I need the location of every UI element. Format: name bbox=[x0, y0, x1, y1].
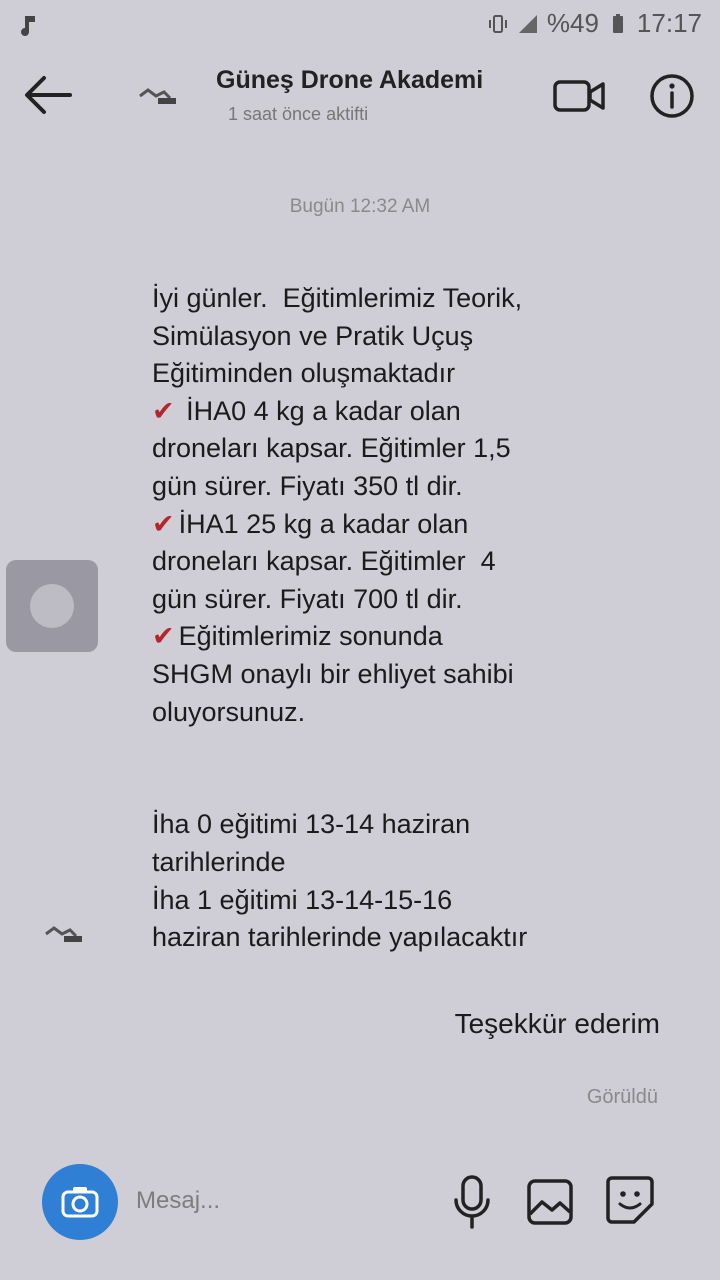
message-line-text: tarihlerinde bbox=[152, 846, 286, 877]
message-line: Eğitiminden oluşmaktadır bbox=[152, 355, 602, 393]
message-line: gün sürer. Fiyatı 700 tl dir. bbox=[152, 581, 602, 619]
message-line bbox=[152, 731, 602, 769]
message-line: droneları kapsar. Eğitimler 1,5 bbox=[152, 430, 602, 468]
message-input[interactable] bbox=[134, 1180, 438, 1222]
message-line-text bbox=[152, 772, 160, 802]
message-line-text: SHGM onaylı bir ehliyet sahibi bbox=[152, 658, 514, 689]
info-icon[interactable] bbox=[648, 72, 696, 120]
message-line: ✔ İHA0 4 kg a kadar olan bbox=[152, 393, 602, 431]
message-line: tarihlerinde bbox=[152, 844, 602, 882]
avatar[interactable] bbox=[134, 74, 182, 122]
microphone-icon[interactable] bbox=[452, 1174, 492, 1230]
message-line: droneları kapsar. Eğitimler 4 bbox=[152, 543, 602, 581]
message-line-text: gün sürer. Fiyatı 350 tl dir. bbox=[152, 470, 463, 501]
media-placeholder bbox=[30, 584, 74, 628]
outgoing-message[interactable]: Teşekkür ederim bbox=[455, 1008, 660, 1040]
battery-percent: %49 bbox=[546, 8, 599, 38]
message-line: ✔ Eğitimlerimiz sonunda bbox=[152, 618, 602, 656]
signal-icon bbox=[518, 14, 537, 33]
message-line-text: droneları kapsar. Eğitimler 4 bbox=[152, 546, 496, 577]
message-line-text: haziran tarihlerinde yapılacaktır bbox=[152, 922, 528, 953]
message-line: Simülasyon ve Pratik Uçuş bbox=[152, 318, 602, 356]
status-bar: %49 17:17 bbox=[0, 0, 720, 52]
message-line: oluyorsunuz. bbox=[152, 694, 602, 732]
message-line-text bbox=[152, 734, 160, 764]
battery-icon bbox=[612, 13, 623, 33]
seen-label: Görüldü bbox=[586, 1086, 658, 1108]
message-line: İha 1 eğitimi 13-14-15-16 bbox=[152, 882, 602, 920]
message-line bbox=[152, 769, 602, 807]
message-line-text: droneları kapsar. Eğitimler 1,5 bbox=[152, 433, 511, 464]
message-composer bbox=[0, 1150, 720, 1260]
shared-media-thumbnail[interactable] bbox=[6, 560, 98, 652]
back-arrow-icon[interactable] bbox=[20, 72, 76, 118]
clock: 17:17 bbox=[636, 8, 702, 38]
check-bullet-icon: ✔ bbox=[152, 621, 175, 652]
contact-name[interactable]: Güneş Drone Akademi bbox=[216, 66, 483, 95]
chat-header: Güneş Drone Akademi 1 saat önce aktifti bbox=[0, 52, 720, 144]
message-line-text: gün sürer. Fiyatı 700 tl dir. bbox=[152, 583, 463, 614]
message-line-text: Simülasyon ve Pratik Uçuş bbox=[152, 320, 474, 351]
message-line: ✔ İHA1 25 kg a kadar olan bbox=[152, 506, 602, 544]
dm-screen: %49 17:17 Güneş Drone Akademi 1 saat önc… bbox=[0, 0, 720, 1280]
message-line-text: Eğitiminden oluşmaktadır bbox=[152, 358, 456, 389]
message-line: haziran tarihlerinde yapılacaktır bbox=[152, 919, 602, 957]
active-status: 1 saat önce aktifti bbox=[228, 104, 369, 124]
gallery-icon[interactable] bbox=[526, 1178, 574, 1226]
sticker-icon[interactable] bbox=[604, 1174, 656, 1226]
message-line-text: İyi günler. Eğitimlerimiz Teorik, bbox=[152, 283, 523, 313]
status-right: %49 17:17 bbox=[487, 8, 702, 39]
message-line: İha 0 eğitimi 13-14 haziran bbox=[152, 806, 602, 844]
vibrate-icon bbox=[488, 14, 507, 33]
message-line-text: İha 0 eğitimi 13-14 haziran bbox=[152, 809, 471, 840]
camera-icon bbox=[61, 1187, 99, 1218]
sender-avatar[interactable] bbox=[40, 912, 88, 960]
message-line: gün sürer. Fiyatı 350 tl dir. bbox=[152, 468, 602, 506]
message-line-text: İHA1 25 kg a kadar olan bbox=[178, 508, 469, 539]
message-line-text: Eğitimlerimiz sonunda bbox=[178, 621, 443, 652]
message-timestamp: Bugün 12:32 AM bbox=[289, 196, 431, 217]
check-bullet-icon: ✔ bbox=[152, 395, 175, 426]
message-line: İyi günler. Eğitimlerimiz Teorik, bbox=[152, 280, 602, 318]
message-line-text: İha 1 eğitimi 13-14-15-16 bbox=[152, 884, 453, 915]
message-line-text: oluyorsunuz. bbox=[152, 696, 306, 727]
message-line: SHGM onaylı bir ehliyet sahibi bbox=[152, 656, 602, 694]
video-call-icon[interactable] bbox=[552, 76, 606, 116]
incoming-message[interactable]: İyi günler. Eğitimlerimiz Teorik, Simülas… bbox=[152, 280, 602, 957]
notification-icon bbox=[21, 16, 35, 36]
camera-button[interactable] bbox=[42, 1164, 118, 1240]
message-line-text: İHA0 4 kg a kadar olan bbox=[178, 395, 461, 426]
check-bullet-icon: ✔ bbox=[152, 508, 175, 539]
